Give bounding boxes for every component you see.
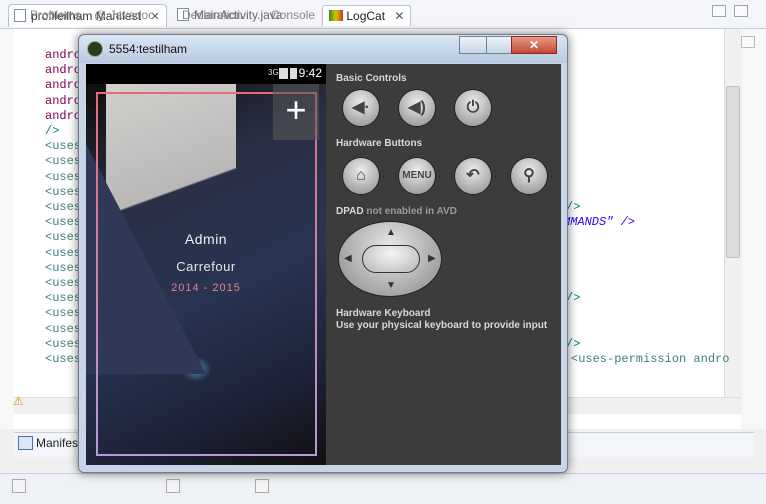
code-line: <uses xyxy=(45,260,82,275)
overview-ruler xyxy=(741,29,766,429)
views-tab-bar xyxy=(0,473,766,504)
tab-logcat[interactable]: LogCat ✕ xyxy=(322,5,412,26)
code-line: <uses xyxy=(45,139,82,154)
dpad-label: DPAD xyxy=(336,206,364,217)
ruler-marker-icon xyxy=(741,36,755,48)
status-clock: 9:42 xyxy=(298,66,322,80)
status-bar: 3G 9:42 xyxy=(86,64,326,84)
code-line: <uses xyxy=(45,184,82,199)
dpad-down-icon[interactable]: ▼ xyxy=(386,280,396,291)
manifest-icon xyxy=(18,436,33,450)
power-button[interactable]: ⏻ xyxy=(454,89,492,127)
menu-button[interactable]: MENU xyxy=(398,157,436,195)
volume-up-button[interactable]: ◀) xyxy=(398,89,436,127)
code-line: <uses xyxy=(45,306,82,321)
home-button[interactable]: ⌂ xyxy=(342,157,380,195)
maximize-editor-button[interactable] xyxy=(734,5,748,17)
console-icon xyxy=(255,479,269,493)
code-line: <uses xyxy=(45,291,82,306)
tab-problems[interactable]: Problems xyxy=(30,5,81,25)
emulator-title: 5554:testilham xyxy=(109,42,188,56)
problems-icon xyxy=(12,479,26,493)
maximize-button[interactable] xyxy=(486,36,512,54)
profile-frame xyxy=(96,92,317,456)
minimize-button[interactable] xyxy=(459,36,487,54)
code-line-fragment: <uses-permission andro xyxy=(571,352,730,366)
xml-file-icon xyxy=(14,9,26,22)
profile-name: Admin xyxy=(184,231,228,247)
add-button[interactable]: + xyxy=(273,84,319,140)
code-line: <uses xyxy=(45,276,82,290)
android-emulator-icon xyxy=(87,41,103,57)
network-type: 3G xyxy=(268,68,279,77)
dpad-right-icon[interactable]: ▶ xyxy=(428,253,436,264)
back-button[interactable]: ↶ xyxy=(454,157,492,195)
code-line: <uses xyxy=(45,352,82,366)
code-line: <uses xyxy=(45,245,82,260)
code-line-fragment: /> xyxy=(566,200,581,214)
code-line: andro xyxy=(45,78,82,93)
profile-years: 2014 - 2015 xyxy=(171,282,241,294)
emulator-controls: Basic Controls ◀· ◀) ⏻ Hardware Buttons … xyxy=(326,64,561,465)
hardware-buttons-heading: Hardware Buttons xyxy=(336,138,423,149)
dpad-note: not enabled in AVD xyxy=(366,206,457,217)
code-line-fragment: MMANDS" /> xyxy=(563,215,636,230)
code-line: <uses xyxy=(45,200,82,214)
code-line: andro xyxy=(45,63,82,78)
code-line: <uses xyxy=(45,336,82,351)
dpad-heading: DPAD not enabled in AVD xyxy=(336,206,457,217)
code-line: <uses xyxy=(45,215,82,230)
device-screen[interactable]: 3G 9:42 + Admin Carrefour 2014 - 2015 xyxy=(86,64,326,465)
tab-manifest-editor[interactable]: Manifes xyxy=(36,436,78,450)
volume-down-button[interactable]: ◀· xyxy=(342,89,380,127)
profile-company: Carrefour xyxy=(176,259,236,274)
minimize-editor-button[interactable] xyxy=(712,5,726,17)
code-line: <uses xyxy=(45,169,82,184)
tab-javadoc[interactable]: @ Javadoc xyxy=(94,5,154,25)
keyboard-heading: Hardware Keyboard xyxy=(336,308,431,319)
close-tab-icon[interactable]: ✕ xyxy=(394,9,404,23)
dpad-left-icon[interactable]: ◀ xyxy=(344,253,352,264)
logcat-icon xyxy=(329,10,343,21)
code-line: andro xyxy=(45,48,82,62)
tab-logcat-label: LogCat xyxy=(346,9,386,23)
emulator-window[interactable]: 5554:testilham ✕ 3G 9:42 + Admin Carrefo… xyxy=(78,34,568,473)
editor-gutter xyxy=(0,29,14,429)
declaration-icon xyxy=(166,479,180,493)
dpad-center-button[interactable] xyxy=(362,245,420,273)
code-line: andro xyxy=(45,108,82,123)
code-line-fragment: /> xyxy=(566,336,581,351)
close-button[interactable]: ✕ xyxy=(511,36,557,54)
warning-icon[interactable]: ⚠ xyxy=(13,394,24,408)
emulator-body: 3G 9:42 + Admin Carrefour 2014 - 2015 Ba… xyxy=(86,64,561,465)
code-line: /> xyxy=(45,124,60,138)
tab-console[interactable]: Console xyxy=(271,5,315,25)
battery-icon xyxy=(290,68,297,79)
code-line: <uses xyxy=(45,154,82,169)
code-line: andro xyxy=(45,93,82,108)
profile-background: + Admin Carrefour 2014 - 2015 xyxy=(86,84,326,465)
code-line-fragment: /> xyxy=(566,291,581,306)
dpad-control[interactable]: ▲ ▼ ◀ ▶ xyxy=(338,221,442,297)
dpad-up-icon[interactable]: ▲ xyxy=(386,227,396,238)
vertical-scroll-thumb[interactable] xyxy=(726,86,740,258)
keyboard-text: Use your physical keyboard to provide in… xyxy=(336,320,548,331)
basic-controls-heading: Basic Controls xyxy=(336,73,407,84)
code-line: <uses xyxy=(45,321,82,336)
tab-declaration[interactable]: Declaration xyxy=(182,5,243,25)
signal-icon xyxy=(279,68,288,79)
code-line: <uses xyxy=(45,230,82,245)
search-button[interactable]: ⚲ xyxy=(510,157,548,195)
